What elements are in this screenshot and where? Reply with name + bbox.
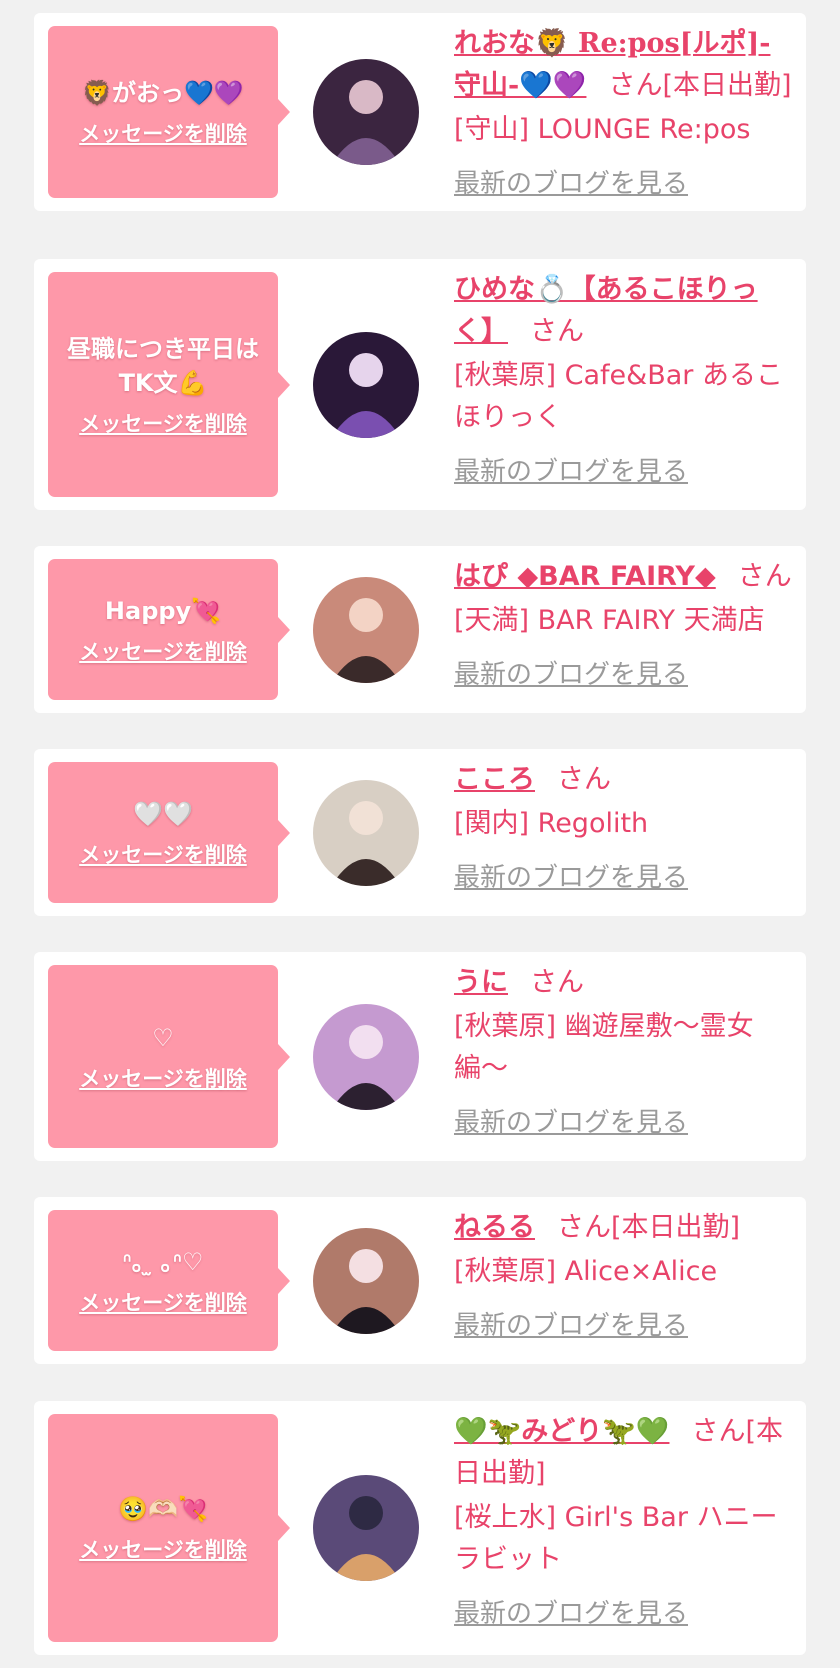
cast-info: 💚🦖みどり🦖💚 さん[本日出勤] [桜上水] Girl's Bar ハニーラビット… — [454, 1411, 792, 1635]
avatar[interactable] — [313, 576, 419, 683]
cast-card: 🦁がおっ💙💜 メッセージを削除 れおな🦁 Re:pos[ルポ]-守山-💙💜 さん[… — [34, 13, 806, 211]
shop-name: [桜上水] Girl's Bar ハニーラビット — [454, 1502, 778, 1575]
avatar-image — [313, 576, 419, 683]
shop-name: [秋葉原] Cafe&Bar あるこほりっく — [454, 360, 783, 433]
name-line: ひめな💍【あるこほりっく】 さん — [454, 269, 792, 353]
cast-message: 🦁がおっ💙💜 — [82, 79, 244, 107]
name-line: はぴ ◆BAR FAIRY◆ さん — [454, 556, 792, 598]
shop-name: [天満] BAR FAIRY 天満店 — [454, 605, 765, 636]
cast-name-suffix: さん — [530, 316, 584, 347]
delete-message-link[interactable]: メッセージを削除 — [79, 839, 247, 869]
cast-card: 🥹🫶🏻💘 メッセージを削除 💚🦖みどり🦖💚 さん[本日出勤] [桜上水] Girl… — [34, 1401, 806, 1655]
name-line: うに さん — [454, 962, 792, 1004]
avatar-image — [313, 1003, 419, 1110]
latest-blog-link[interactable]: 最新のブログを見る — [454, 163, 688, 205]
avatar[interactable] — [313, 1227, 419, 1334]
cast-message: ♡ — [152, 1023, 174, 1052]
cast-info: れおな🦁 Re:pos[ルポ]-守山-💙💜 さん[本日出勤] [守山] LOUNG… — [454, 23, 792, 205]
name-line: れおな🦁 Re:pos[ルポ]-守山-💙💜 さん[本日出勤] — [454, 23, 792, 107]
cast-name-suffix: さん[本日出勤] — [608, 70, 792, 101]
shop-name: [秋葉原] 幽遊屋敷〜霊女編〜 — [454, 1011, 754, 1084]
message-bubble: 🦁がおっ💙💜 メッセージを削除 — [48, 26, 290, 198]
cast-name-link[interactable]: こころ — [454, 764, 535, 795]
avatar-image — [313, 1227, 419, 1334]
delete-message-link[interactable]: メッセージを削除 — [79, 1534, 247, 1564]
cast-card: Happy💘 メッセージを削除 はぴ ◆BAR FAIRY◆ さん [天満] BA… — [34, 546, 806, 713]
avatar-image — [313, 331, 419, 438]
avatar[interactable] — [313, 779, 419, 886]
cast-message: 昼職につき平日は TK文💪 — [67, 334, 259, 397]
shop-name: [守山] LOUNGE Re:pos — [454, 114, 751, 145]
delete-message-link[interactable]: メッセージを削除 — [79, 1287, 247, 1317]
latest-blog-link[interactable]: 最新のブログを見る — [454, 857, 688, 899]
cast-name-suffix: さん[本日出勤] — [557, 1212, 741, 1243]
name-line: 💚🦖みどり🦖💚 さん[本日出勤] — [454, 1411, 792, 1495]
cast-name-suffix: さん — [530, 967, 584, 998]
cast-message: ᐢ｡ ̫ ｡ᐢ♡ — [122, 1247, 204, 1276]
cast-name-suffix: さん — [737, 561, 792, 592]
favorite-cast-list: 🦁がおっ💙💜 メッセージを削除 れおな🦁 Re:pos[ルポ]-守山-💙💜 さん[… — [0, 0, 840, 1668]
cast-info: こころ さん [関内] Regolith 最新のブログを見る — [454, 759, 792, 899]
message-bubble: 🥹🫶🏻💘 メッセージを削除 — [48, 1414, 290, 1642]
delete-message-link[interactable]: メッセージを削除 — [79, 118, 247, 148]
avatar-image — [313, 1475, 419, 1581]
cast-name-link[interactable]: ねるる — [454, 1212, 535, 1243]
message-bubble: Happy💘 メッセージを削除 — [48, 559, 290, 700]
message-bubble: ♡ メッセージを削除 — [48, 965, 290, 1148]
cast-card: 🤍🤍 メッセージを削除 こころ さん [関内] Regolith 最新のブログを見… — [34, 749, 806, 916]
shop-name: [関内] Regolith — [454, 808, 649, 839]
name-line: こころ さん — [454, 759, 792, 801]
cast-name-link[interactable]: はぴ ◆BAR FAIRY◆ — [454, 561, 716, 592]
cast-message: 🤍🤍 — [133, 799, 193, 828]
cast-card: ♡ メッセージを削除 うに さん [秋葉原] 幽遊屋敷〜霊女編〜 最新のブログを見… — [34, 952, 806, 1161]
cast-message: 🥹🫶🏻💘 — [118, 1495, 208, 1523]
latest-blog-link[interactable]: 最新のブログを見る — [454, 1102, 688, 1144]
avatar-image — [313, 779, 419, 886]
delete-message-link[interactable]: メッセージを削除 — [79, 636, 247, 666]
avatar[interactable] — [313, 331, 419, 438]
latest-blog-link[interactable]: 最新のブログを見る — [454, 1305, 688, 1347]
shop-name: [秋葉原] Alice×Alice — [454, 1256, 718, 1287]
cast-message: Happy💘 — [104, 596, 222, 625]
cast-info: ねるる さん[本日出勤] [秋葉原] Alice×Alice 最新のブログを見る — [454, 1207, 792, 1347]
cast-info: ひめな💍【あるこほりっく】 さん [秋葉原] Cafe&Bar あるこほりっく 最… — [454, 269, 792, 493]
cast-card: 昼職につき平日は TK文💪 メッセージを削除 ひめな💍【あるこほりっく】 さん [… — [34, 259, 806, 510]
message-bubble: 🤍🤍 メッセージを削除 — [48, 762, 290, 903]
delete-message-link[interactable]: メッセージを削除 — [79, 1063, 247, 1093]
cast-card: ᐢ｡ ̫ ｡ᐢ♡ メッセージを削除 ねるる さん[本日出勤] [秋葉原] Alic… — [34, 1197, 806, 1364]
avatar[interactable] — [313, 1475, 419, 1581]
message-bubble: ᐢ｡ ̫ ｡ᐢ♡ メッセージを削除 — [48, 1210, 290, 1351]
avatar[interactable] — [313, 59, 419, 165]
cast-name-link[interactable]: うに — [454, 967, 508, 998]
cast-name-link[interactable]: ひめな💍【あるこほりっく】 — [454, 274, 758, 347]
cast-name-link[interactable]: 💚🦖みどり🦖💚 — [454, 1416, 669, 1447]
cast-info: はぴ ◆BAR FAIRY◆ さん [天満] BAR FAIRY 天満店 最新のブ… — [454, 556, 792, 696]
cast-name-suffix: さん — [557, 764, 611, 795]
cast-info: うに さん [秋葉原] 幽遊屋敷〜霊女編〜 最新のブログを見る — [454, 962, 792, 1144]
message-bubble: 昼職につき平日は TK文💪 メッセージを削除 — [48, 272, 290, 497]
latest-blog-link[interactable]: 最新のブログを見る — [454, 1593, 688, 1635]
delete-message-link[interactable]: メッセージを削除 — [79, 408, 247, 438]
latest-blog-link[interactable]: 最新のブログを見る — [454, 654, 688, 696]
avatar-image — [313, 59, 419, 165]
latest-blog-link[interactable]: 最新のブログを見る — [454, 451, 688, 493]
name-line: ねるる さん[本日出勤] — [454, 1207, 792, 1249]
avatar[interactable] — [313, 1003, 419, 1110]
